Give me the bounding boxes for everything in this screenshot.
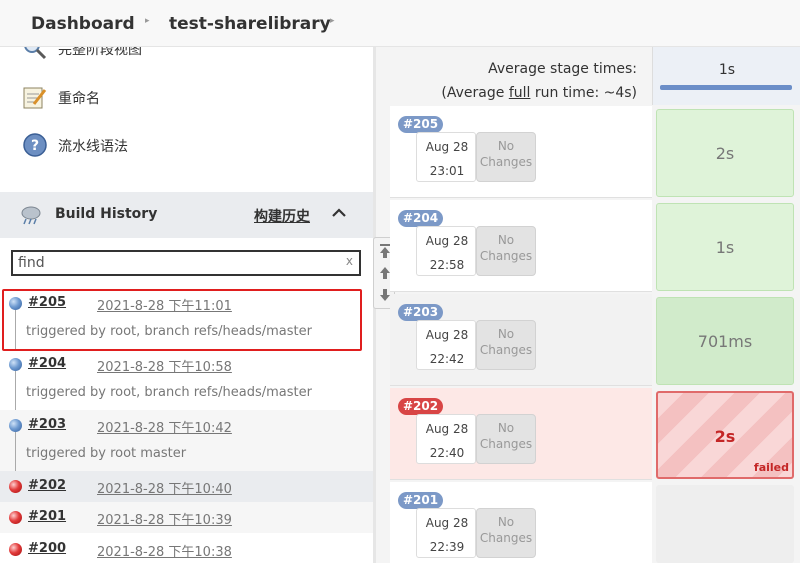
no-changes-box: No Changes bbox=[476, 414, 536, 464]
build-time: 22:58 bbox=[429, 258, 465, 272]
stage-column-header: 1s bbox=[652, 47, 800, 105]
notepad-icon bbox=[23, 87, 47, 109]
build-row-202[interactable]: #202 2021-8-28 下午10:40 bbox=[0, 471, 373, 502]
build-number-link[interactable]: #205 bbox=[28, 295, 66, 310]
build-date-link[interactable]: 2021-8-28 下午10:38 bbox=[97, 541, 232, 560]
build-date-box: Aug 28 22:39 bbox=[416, 508, 476, 558]
help-icon: ? bbox=[23, 133, 47, 157]
stage-row-204[interactable]: #204 Aug 28 22:58 No Changes bbox=[390, 200, 652, 292]
build-time: 22:40 bbox=[429, 446, 465, 460]
build-badge[interactable]: #203 bbox=[398, 304, 444, 321]
build-cause: triggered by root, branch refs/heads/mas… bbox=[26, 324, 312, 339]
stage-duration: 2s bbox=[714, 427, 736, 446]
build-number-link[interactable]: #204 bbox=[28, 356, 66, 371]
build-day: Aug 28 bbox=[425, 422, 469, 436]
task-full-stage-view[interactable]: 完整阶段视图 bbox=[22, 47, 352, 65]
task-rename[interactable]: 重命名 bbox=[22, 84, 352, 114]
average-run-prefix: (Average bbox=[441, 85, 509, 101]
build-date-box: Aug 28 23:01 bbox=[416, 132, 476, 182]
task-label: 重命名 bbox=[58, 91, 100, 107]
timeline-line bbox=[15, 371, 16, 410]
status-blue-ball-icon bbox=[9, 419, 22, 432]
breadcrumb: Dashboard ▸ test-sharelibrary ▸ bbox=[0, 0, 800, 47]
build-row-205[interactable]: #205 2021-8-28 下午11:01 triggered by root… bbox=[0, 291, 373, 349]
breadcrumb-job[interactable]: test-sharelibrary bbox=[169, 14, 331, 34]
timeline-line bbox=[15, 310, 16, 349]
task-pipeline-syntax[interactable]: ? 流水线语法 bbox=[22, 132, 352, 162]
task-label: 流水线语法 bbox=[58, 139, 128, 155]
stage-average-time: 1s bbox=[718, 62, 736, 78]
build-date-link[interactable]: 2021-8-28 下午10:40 bbox=[97, 478, 232, 497]
stage-row-203[interactable]: #203 Aug 28 22:42 No Changes bbox=[390, 294, 652, 386]
build-search-box: x bbox=[11, 250, 361, 276]
build-row-203[interactable]: #203 2021-8-28 下午10:42 triggered by root… bbox=[0, 410, 373, 471]
build-badge[interactable]: #201 bbox=[398, 492, 444, 509]
average-run-suffix: run time: ~4s) bbox=[530, 85, 637, 101]
stage-cell-success[interactable]: 701ms bbox=[656, 297, 794, 385]
build-time: 22:42 bbox=[429, 352, 465, 366]
build-time: 22:39 bbox=[429, 540, 465, 554]
stage-cell-empty bbox=[656, 485, 794, 563]
build-date-box: Aug 28 22:40 bbox=[416, 414, 476, 464]
build-badge[interactable]: #205 bbox=[398, 116, 444, 133]
status-blue-ball-icon bbox=[9, 297, 22, 310]
stage-row-201[interactable]: #201 Aug 28 22:39 No Changes bbox=[390, 482, 652, 563]
stage-row-205[interactable]: #205 Aug 28 23:01 No Changes bbox=[390, 106, 652, 198]
build-badge[interactable]: #204 bbox=[398, 210, 444, 227]
stage-cell-success[interactable]: 1s bbox=[656, 203, 794, 291]
build-day: Aug 28 bbox=[425, 234, 469, 248]
full-run-link[interactable]: full bbox=[509, 85, 531, 101]
magnifier-icon bbox=[24, 47, 47, 60]
build-number-link[interactable]: #201 bbox=[28, 509, 66, 524]
build-cause: triggered by root master bbox=[26, 446, 187, 461]
breadcrumb-separator-icon: ▸ bbox=[145, 16, 150, 26]
no-changes-box: No Changes bbox=[476, 226, 536, 276]
no-changes-box: No Changes bbox=[476, 132, 536, 182]
build-history-trend-link[interactable]: 构建历史 bbox=[254, 206, 310, 226]
build-row-204[interactable]: #204 2021-8-28 下午10:58 triggered by root… bbox=[0, 350, 373, 410]
no-changes-box: No Changes bbox=[476, 320, 536, 370]
stage-cell-success[interactable]: 2s bbox=[656, 109, 794, 197]
clear-search-icon[interactable]: x bbox=[346, 254, 353, 268]
stage-row-202[interactable]: #202 Aug 28 22:40 No Changes bbox=[390, 388, 652, 480]
breadcrumb-dashboard[interactable]: Dashboard bbox=[31, 14, 135, 34]
status-blue-ball-icon bbox=[9, 358, 22, 371]
build-day: Aug 28 bbox=[425, 140, 469, 154]
build-badge[interactable]: #202 bbox=[398, 398, 444, 415]
build-day: Aug 28 bbox=[425, 328, 469, 342]
no-changes-box: No Changes bbox=[476, 508, 536, 558]
stage-cell-failed[interactable]: 2s failed bbox=[656, 391, 794, 479]
chevron-up-icon[interactable] bbox=[330, 204, 348, 222]
build-number-link[interactable]: #203 bbox=[28, 417, 66, 432]
build-cause: triggered by root, branch refs/heads/mas… bbox=[26, 385, 312, 400]
build-history-header: Build History 构建历史 bbox=[0, 192, 373, 238]
build-number-link[interactable]: #202 bbox=[28, 478, 66, 493]
build-search-input[interactable] bbox=[18, 254, 338, 272]
svg-text:?: ? bbox=[31, 138, 39, 154]
build-date-link[interactable]: 2021-8-28 下午10:39 bbox=[97, 509, 232, 528]
build-date-box: Aug 28 22:58 bbox=[416, 226, 476, 276]
build-date-link[interactable]: 2021-8-28 下午10:42 bbox=[97, 417, 232, 436]
build-history-title: Build History bbox=[55, 206, 158, 222]
build-history-weather-icon bbox=[21, 206, 41, 225]
task-label: 完整阶段视图 bbox=[58, 47, 142, 58]
average-stage-times-label: Average stage times: bbox=[488, 61, 637, 77]
build-row-200[interactable]: #200 2021-8-28 下午10:38 bbox=[0, 533, 373, 563]
build-time: 23:01 bbox=[429, 164, 465, 178]
timeline-line bbox=[15, 432, 16, 471]
build-date-link[interactable]: 2021-8-28 下午10:58 bbox=[97, 356, 232, 375]
average-run-time-label: (Average full run time: ~4s) bbox=[380, 85, 637, 101]
status-red-ball-icon bbox=[9, 543, 22, 556]
failed-tag: failed bbox=[753, 461, 789, 474]
status-red-ball-icon bbox=[9, 480, 22, 493]
status-red-ball-icon bbox=[9, 511, 22, 524]
breadcrumb-separator-icon: ▸ bbox=[330, 16, 335, 26]
build-date-link[interactable]: 2021-8-28 下午11:01 bbox=[97, 295, 232, 314]
build-day: Aug 28 bbox=[425, 516, 469, 530]
build-number-link[interactable]: #200 bbox=[28, 541, 66, 556]
build-row-201[interactable]: #201 2021-8-28 下午10:39 bbox=[0, 502, 373, 533]
build-date-box: Aug 28 22:42 bbox=[416, 320, 476, 370]
stage-average-bar bbox=[660, 85, 792, 90]
